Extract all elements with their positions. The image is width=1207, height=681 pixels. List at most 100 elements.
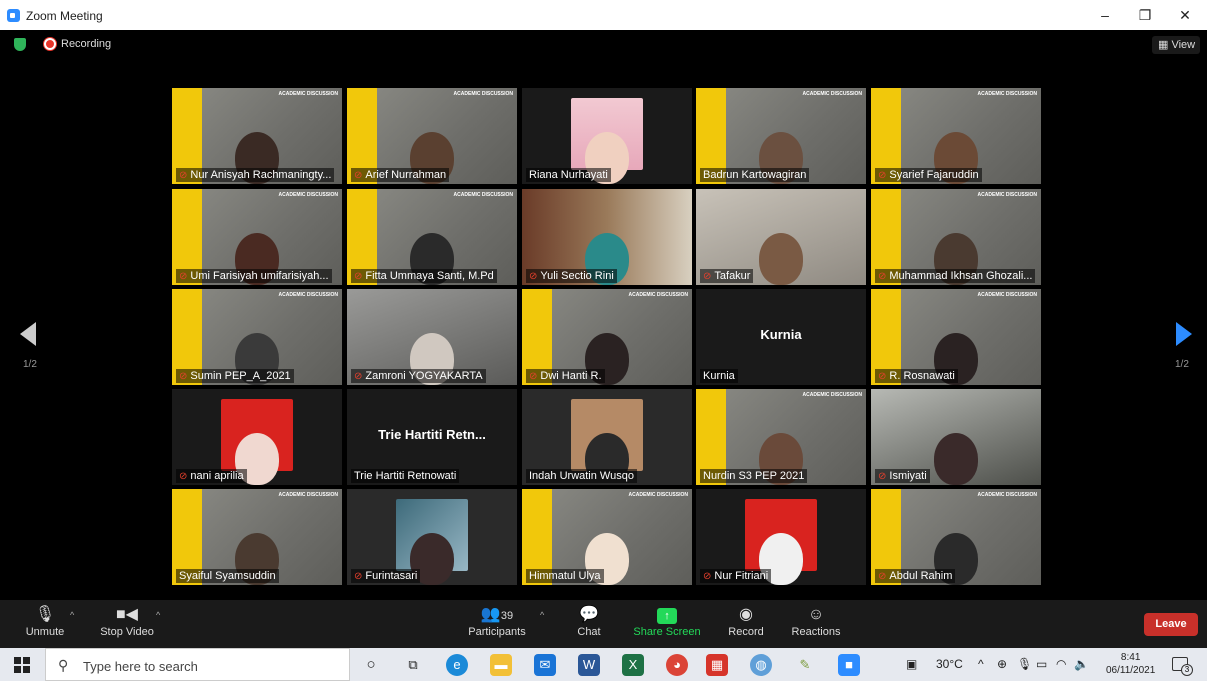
speaker-icon[interactable]: 🔈 [1074, 657, 1089, 671]
participant-name: Badrun Kartowagiran [703, 169, 807, 181]
participant-tile[interactable]: Trie Hartiti Retn... Trie Hartiti Retnowa… [347, 389, 517, 485]
participant-tile[interactable]: ⊘Sumin PEP_A_2021 [172, 289, 342, 385]
show-hidden-icons-chevron-icon[interactable]: ^ [978, 657, 984, 671]
participant-tile[interactable]: ⊘ Nur Fitriani [696, 489, 866, 585]
close-button[interactable]: ✕ [1170, 4, 1200, 26]
participant-tile[interactable]: ⊘Dwi Hanti R. [522, 289, 692, 385]
page-indicator-left: 1/2 [23, 359, 37, 370]
windows-start-icon[interactable] [14, 657, 30, 673]
muted-microphone-icon: ⊘ [878, 271, 887, 282]
participant-name: Tafakur [714, 270, 751, 282]
participant-tile[interactable]: ⊘Fitta Ummaya Santi, M.Pd [347, 189, 517, 285]
participant-tile[interactable]: ⊘Muhammad Ikhsan Ghozali... [871, 189, 1041, 285]
battery-icon[interactable]: ▭ [1036, 657, 1047, 671]
participant-tile[interactable]: ⊘Umi Farisiyah umifarisiyah... [172, 189, 342, 285]
participant-name-label: ⊘ Furintasari [351, 569, 421, 583]
zoom-taskbar-icon[interactable]: ■ [838, 654, 860, 676]
participant-tile[interactable]: ⊘ Tafakur [696, 189, 866, 285]
unmute-button[interactable]: 🎙 Unmute [22, 604, 68, 638]
share-screen-icon: ↑ [657, 608, 677, 624]
muted-microphone-icon: ⊘ [354, 170, 363, 181]
participant-tile[interactable]: Kurnia Kurnia [696, 289, 866, 385]
share-screen-button[interactable]: ↑ Share Screen [632, 604, 702, 638]
participant-tile[interactable]: Nurdin S3 PEP 2021 [696, 389, 866, 485]
participant-tile[interactable]: Syaiful Syamsuddin [172, 489, 342, 585]
previous-page-arrow-icon[interactable] [20, 322, 36, 346]
participant-tile[interactable]: Indah Urwatin Wusqo [522, 389, 692, 485]
reactions-button[interactable]: ☺ Reactions [790, 604, 842, 638]
location-icon[interactable]: ⊕ [997, 657, 1007, 671]
participant-tile[interactable]: ⊘Arief Nurrahman [347, 88, 517, 184]
windows-taskbar: ⚲ Type here to search ○ ⧉ e ▬ ✉ W X ◕ ▦ … [0, 648, 1207, 681]
participant-tile[interactable]: ⊘ nani aprilia [172, 389, 342, 485]
participant-name-label: ⊘ Ismiyati [875, 469, 930, 483]
participant-tile[interactable]: ⊘Syarief Fajaruddin [871, 88, 1041, 184]
chat-button[interactable]: 💬 Chat [570, 604, 608, 638]
chevron-up-icon[interactable]: ^ [156, 610, 160, 620]
participant-name: Indah Urwatin Wusqo [529, 470, 634, 482]
maximize-button[interactable]: ❐ [1130, 4, 1160, 26]
record-icon: ◉ [739, 606, 753, 623]
grid-icon: ▦ [1158, 39, 1172, 51]
minimize-button[interactable]: – [1090, 4, 1120, 26]
participant-tile[interactable]: ⊘Nur Anisyah Rachmaningty... [172, 88, 342, 184]
globe-app-icon[interactable]: ◍ [750, 654, 772, 676]
participant-name: Syaiful Syamsuddin [179, 570, 276, 582]
notification-center-icon[interactable]: 3 [1172, 657, 1193, 676]
participant-name: Abdul Rahim [889, 570, 953, 582]
word-icon[interactable]: W [578, 654, 600, 676]
participant-name: Arief Nurrahman [365, 169, 447, 181]
wifi-icon[interactable]: ◠ [1056, 657, 1066, 671]
edge-browser-icon[interactable]: e [446, 654, 468, 676]
participant-tile[interactable]: ⊘ Zamroni YOGYAKARTA [347, 289, 517, 385]
participant-tile[interactable]: Himmatul Ulya [522, 489, 692, 585]
stop-video-button[interactable]: ■◀ Stop Video [96, 604, 158, 638]
taskbar-search-box[interactable]: ⚲ Type here to search [45, 648, 350, 681]
page-indicator-right: 1/2 [1175, 359, 1189, 370]
recording-label: Recording [61, 38, 112, 50]
recording-icon [44, 38, 56, 50]
participant-name-label: Himmatul Ulya [526, 569, 604, 583]
participant-video [934, 433, 978, 485]
participant-name: Zamroni YOGYAKARTA [365, 370, 483, 382]
participant-tile[interactable]: ⊘Abdul Rahim [871, 489, 1041, 585]
record-button[interactable]: ◉ Record [726, 604, 766, 638]
system-clock[interactable]: 8:41 06/11/2021 [1106, 651, 1155, 677]
task-view-icon[interactable]: ⧉ [402, 654, 424, 676]
view-button[interactable]: ▦ View [1152, 36, 1200, 54]
file-explorer-icon[interactable]: ▬ [490, 654, 512, 676]
cortana-icon[interactable]: ○ [360, 654, 382, 676]
chevron-up-icon[interactable]: ^ [540, 610, 544, 620]
app-red-icon[interactable]: ▦ [706, 654, 728, 676]
participant-name-label: ⊘ Arief Nurrahman [351, 168, 450, 182]
chrome-icon[interactable]: ◕ [666, 654, 688, 676]
participant-tile[interactable]: ⊘ Yuli Sectio Rini [522, 189, 692, 285]
weather-widget-icon[interactable]: ▣ [906, 657, 917, 671]
next-page-arrow-icon[interactable] [1176, 322, 1192, 346]
participant-tile[interactable]: ⊘ Furintasari [347, 489, 517, 585]
participant-name: Syarief Fajaruddin [889, 169, 979, 181]
muted-microphone-icon: ⊘ [179, 271, 188, 282]
mail-icon[interactable]: ✉ [534, 654, 556, 676]
chevron-up-icon[interactable]: ^ [70, 610, 74, 620]
paint-app-icon[interactable]: ✎ [794, 654, 816, 676]
participant-name: Yuli Sectio Rini [540, 270, 614, 282]
participants-button[interactable]: 👥39 Participants [466, 604, 528, 638]
participant-name-label: ⊘ Dwi Hanti R. [526, 369, 605, 383]
excel-icon[interactable]: X [622, 654, 644, 676]
participant-name-label: Syaiful Syamsuddin [176, 569, 279, 583]
muted-microphone-icon: ⊘ [354, 571, 363, 582]
participant-tile[interactable]: Riana Nurhayati [522, 88, 692, 184]
participant-tile[interactable]: Badrun Kartowagiran [696, 88, 866, 184]
search-icon: ⚲ [58, 657, 69, 673]
reaction-smiley-icon: ☺ [807, 606, 825, 623]
microphone-tray-icon[interactable]: 🎙 [1017, 657, 1032, 671]
security-shield-icon[interactable] [14, 38, 26, 51]
muted-microphone-icon: ⊘ [354, 271, 363, 282]
leave-button[interactable]: Leave [1144, 613, 1198, 636]
participant-display-name: Trie Hartiti Retn... [378, 427, 486, 442]
participant-video [759, 233, 803, 285]
muted-microphone-icon: 🎙 [34, 606, 56, 623]
participant-tile[interactable]: ⊘R. Rosnawati [871, 289, 1041, 385]
participant-tile[interactable]: ⊘ Ismiyati [871, 389, 1041, 485]
